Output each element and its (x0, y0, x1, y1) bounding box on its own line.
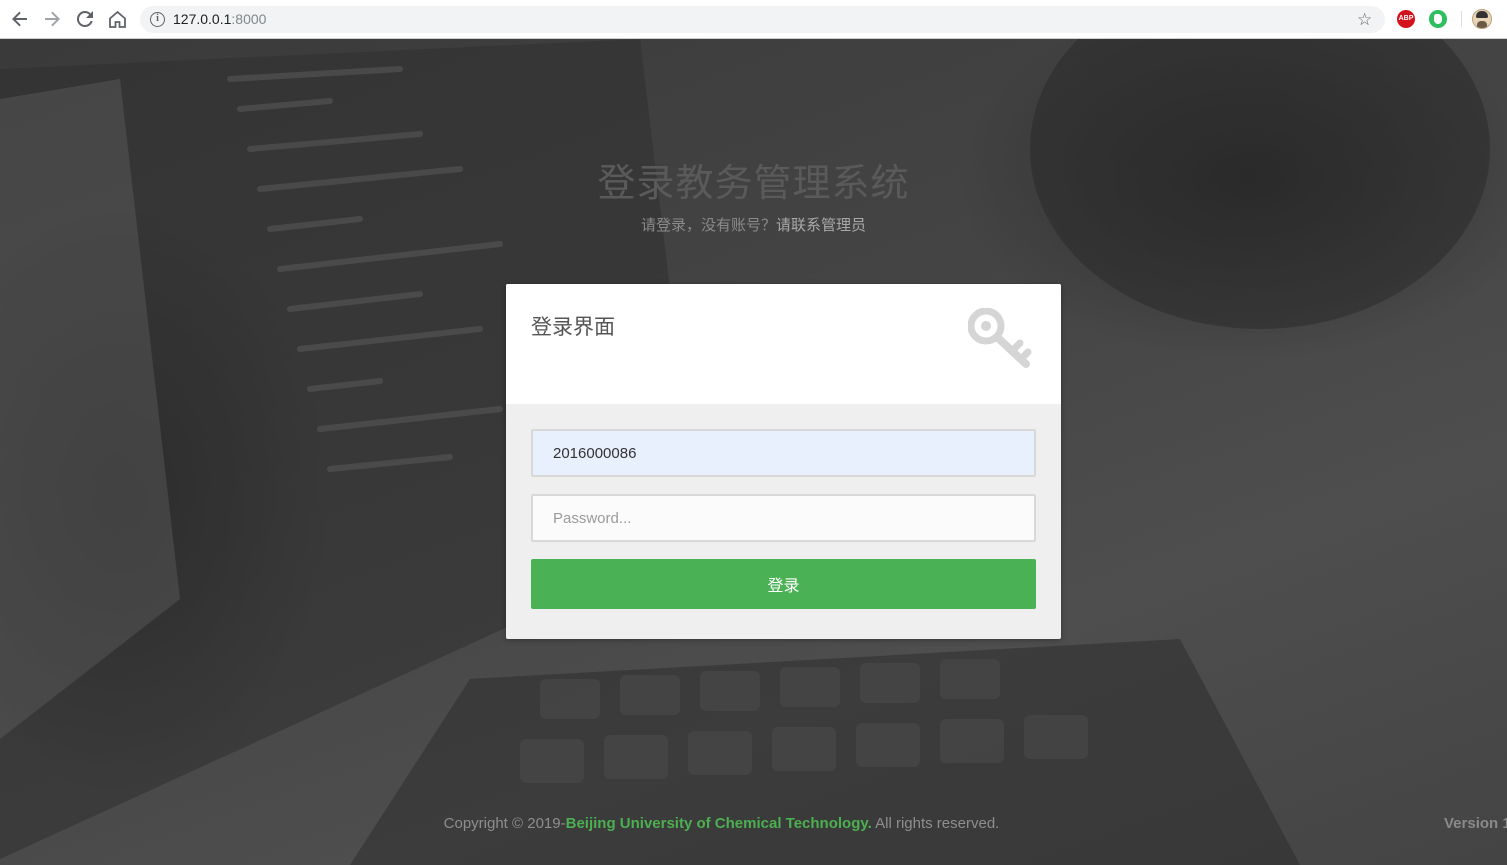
address-bar[interactable]: i 127.0.0.1:8000 ☆ (140, 6, 1385, 33)
profile-avatar[interactable] (1472, 9, 1492, 29)
copyright-prefix: Copyright © 2019- (443, 815, 566, 832)
back-icon[interactable] (9, 8, 31, 30)
login-card: 登录界面 登录 (506, 284, 1061, 639)
page-title: 登录教务管理系统 (597, 161, 910, 205)
login-button[interactable]: 登录 (531, 559, 1036, 609)
username-input[interactable] (531, 429, 1036, 477)
evernote-icon[interactable] (1429, 10, 1447, 28)
forward-icon[interactable] (41, 8, 63, 30)
key-icon (968, 308, 1032, 368)
reload-icon[interactable] (74, 8, 96, 30)
home-icon[interactable] (106, 8, 128, 30)
contact-admin-text: 请联系管理员 (776, 216, 867, 234)
footer-copyright: Copyright © 2019-Beijing University of C… (0, 815, 1443, 832)
version-label: Version 1 (1444, 815, 1507, 832)
login-page: 登录教务管理系统 请登录，没有账号？请联系管理员 登录界面 登录 Copyrig… (0, 39, 1507, 865)
url-host: 127.0.0.1 (173, 11, 232, 27)
info-icon[interactable]: i (150, 12, 165, 27)
organization-name: Beijing University of Chemical Technolog… (565, 815, 872, 832)
login-card-title: 登录界面 (531, 315, 615, 339)
url-port: :8000 (231, 11, 267, 27)
rights-reserved: All rights reserved. (871, 815, 1000, 832)
toolbar-divider (1461, 11, 1462, 27)
login-card-header: 登录界面 (506, 284, 1061, 404)
password-input[interactable] (531, 494, 1036, 542)
star-icon[interactable]: ☆ (1357, 10, 1372, 30)
browser-toolbar: i 127.0.0.1:8000 ☆ ABP (0, 0, 1507, 39)
page-subtitle: 请登录，没有账号？请联系管理员 (0, 214, 1507, 235)
adblock-plus-icon[interactable]: ABP (1397, 10, 1415, 28)
url-text[interactable]: 127.0.0.1:8000 (173, 11, 266, 27)
subtitle-prompt: 请登录，没有账号？ (640, 216, 776, 234)
